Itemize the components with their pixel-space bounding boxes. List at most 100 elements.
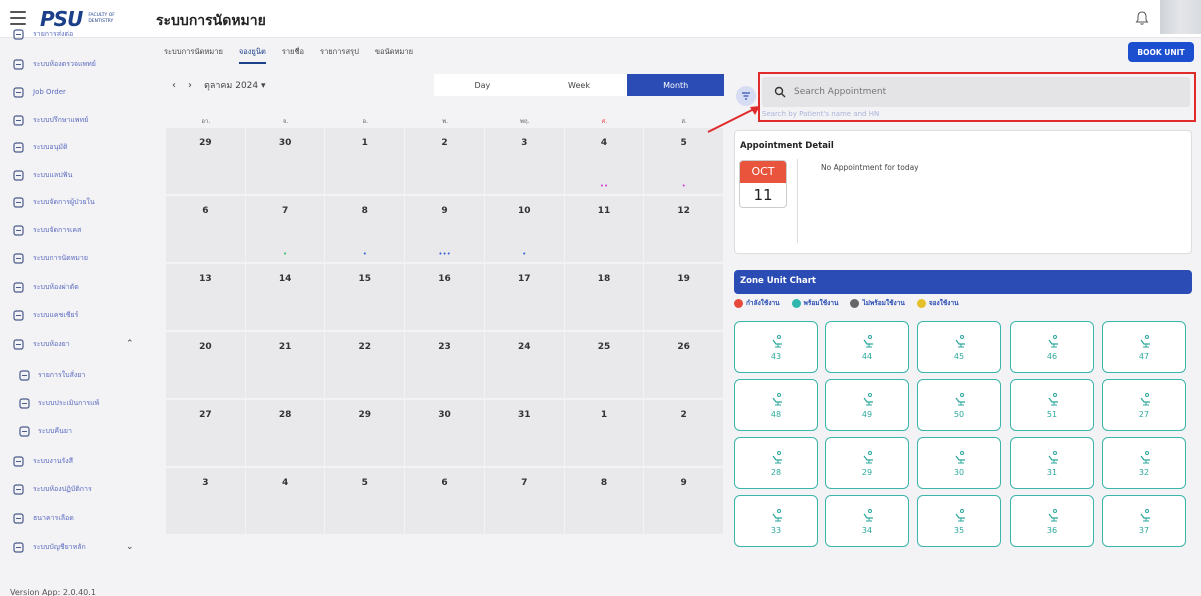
prev-month-icon[interactable]: ‹ xyxy=(172,80,176,91)
calendar-day-number: 15 xyxy=(358,274,372,284)
calendar-day-cell[interactable]: 30 xyxy=(245,128,325,194)
sidebar-item[interactable]: ระบบงานรังสี xyxy=(0,448,150,474)
calendar-day-cell[interactable]: 5 xyxy=(325,468,405,534)
dental-unit-card[interactable]: 31 xyxy=(1010,437,1094,489)
dental-unit-card[interactable]: 32 xyxy=(1102,437,1186,489)
sidebar-item[interactable]: ระบบห้องผ่าตัด xyxy=(0,274,150,300)
sidebar-item[interactable]: ระบบจัดการเคส xyxy=(0,217,150,243)
calendar-day-cell[interactable]: 5 • xyxy=(644,128,724,194)
sidebar-item[interactable]: ระบบห้องตรวจแพทย์ xyxy=(0,51,150,77)
dental-unit-card[interactable]: 30 xyxy=(917,437,1001,489)
dental-unit-card[interactable]: 28 xyxy=(734,437,818,489)
calendar-day-cell[interactable]: 10 • xyxy=(484,196,564,262)
view-day-button[interactable]: Day xyxy=(434,74,531,96)
calendar-day-cell[interactable]: 7 xyxy=(484,468,564,534)
dental-unit-card[interactable]: 37 xyxy=(1102,495,1186,547)
sidebar-item[interactable]: ระบบปรึกษาแพทย์ xyxy=(0,107,150,133)
sidebar-item[interactable]: ระบบจัดการผู้ป่วยใน xyxy=(0,189,150,215)
calendar-day-cell[interactable]: 3 xyxy=(484,128,564,194)
calendar-day-cell[interactable]: 13 xyxy=(166,264,245,330)
book-unit-button[interactable]: BOOK UNIT xyxy=(1128,42,1194,62)
dental-unit-card[interactable]: 45 xyxy=(917,321,1001,373)
calendar-day-cell[interactable]: 11 xyxy=(564,196,644,262)
tab-item[interactable]: รายชื่อ xyxy=(282,40,304,64)
calendar-day-cell[interactable]: 3 xyxy=(166,468,245,534)
calendar-day-cell[interactable]: 18 xyxy=(564,264,644,330)
calendar-day-cell[interactable]: 22 xyxy=(325,332,405,398)
calendar-day-cell[interactable]: 9 ••• xyxy=(405,196,484,262)
user-avatar[interactable] xyxy=(1160,0,1201,34)
calendar-day-cell[interactable]: 31 xyxy=(484,400,564,466)
sidebar-item[interactable]: ระบบประเมินการแพ้ xyxy=(0,390,150,416)
sidebar-item[interactable]: ระบบห้องยา ⌃ xyxy=(0,331,150,357)
calendar-day-cell[interactable]: 6 xyxy=(166,196,245,262)
tab-item[interactable]: ขอนัดหมาย xyxy=(375,40,413,64)
calendar-day-cell[interactable]: 17 xyxy=(484,264,564,330)
tab-item[interactable]: ระบบการนัดหมาย xyxy=(164,40,223,64)
calendar-day-cell[interactable]: 1 xyxy=(325,128,405,194)
dental-unit-card[interactable]: 43 xyxy=(734,321,818,373)
calendar-day-cell[interactable]: 4 •• xyxy=(564,128,644,194)
dental-unit-card[interactable]: 44 xyxy=(825,321,909,373)
calendar-day-cell[interactable]: 7 • xyxy=(245,196,325,262)
dental-unit-card[interactable]: 48 xyxy=(734,379,818,431)
sidebar-item[interactable]: ระบบบัญชียาหลัก ⌄ xyxy=(0,534,150,560)
sidebar-item[interactable]: ระบบห้องปฏิบัติการ xyxy=(0,476,150,502)
dental-unit-card[interactable]: 50 xyxy=(917,379,1001,431)
sidebar-item[interactable]: Job Order xyxy=(0,79,150,105)
sidebar-item[interactable]: ระบบอนุมัติ xyxy=(0,134,150,160)
dental-unit-card[interactable]: 51 xyxy=(1010,379,1094,431)
calendar-day-cell[interactable]: 28 xyxy=(245,400,325,466)
calendar-day-cell[interactable]: 21 xyxy=(245,332,325,398)
dental-unit-card[interactable]: 46 xyxy=(1010,321,1094,373)
sidebar-item[interactable]: ระบบการนัดหมาย xyxy=(0,245,150,271)
calendar-day-cell[interactable]: 25 xyxy=(564,332,644,398)
calendar-day-cell[interactable]: 29 xyxy=(325,400,405,466)
calendar-day-cell[interactable]: 15 xyxy=(325,264,405,330)
calendar-day-cell[interactable]: 20 xyxy=(166,332,245,398)
chevron-down-icon[interactable]: ⌄ xyxy=(126,542,134,552)
month-selector[interactable]: ตุลาคม 2024 ▾ xyxy=(204,78,266,92)
calendar-day-cell[interactable]: 9 xyxy=(644,468,724,534)
dental-unit-card[interactable]: 33 xyxy=(734,495,818,547)
tab-item[interactable]: รายการสรุป xyxy=(320,40,359,64)
calendar-day-cell[interactable]: 29 xyxy=(166,128,245,194)
sidebar-item[interactable]: รายการส่งต่อ xyxy=(0,21,150,47)
dental-unit-card[interactable]: 34 xyxy=(825,495,909,547)
calendar-day-cell[interactable]: 14 xyxy=(245,264,325,330)
sidebar-item[interactable]: ระบบแลปฟัน xyxy=(0,162,150,188)
calendar-day-cell[interactable]: 16 xyxy=(405,264,484,330)
view-month-button[interactable]: Month xyxy=(627,74,725,96)
calendar-day-cell[interactable]: 12 xyxy=(644,196,724,262)
dental-unit-card[interactable]: 29 xyxy=(825,437,909,489)
sidebar-item[interactable]: ระบบคืนยา xyxy=(0,418,150,444)
calendar-day-cell[interactable]: 1 xyxy=(564,400,644,466)
dental-unit-card[interactable]: 47 xyxy=(1102,321,1186,373)
blood-bank-icon xyxy=(12,512,24,524)
calendar-day-cell[interactable]: 8 • xyxy=(325,196,405,262)
dental-unit-card[interactable]: 49 xyxy=(825,379,909,431)
calendar-day-cell[interactable]: 2 xyxy=(405,128,484,194)
chevron-up-icon[interactable]: ⌃ xyxy=(126,339,134,349)
sidebar-item[interactable]: ธนาคารเลือด xyxy=(0,505,150,531)
next-month-icon[interactable]: › xyxy=(188,80,192,91)
notification-bell-icon[interactable] xyxy=(1134,10,1150,26)
dental-unit-card[interactable]: 27 xyxy=(1102,379,1186,431)
filter-button[interactable] xyxy=(736,86,756,106)
dental-unit-card[interactable]: 36 xyxy=(1010,495,1094,547)
view-week-button[interactable]: Week xyxy=(530,74,628,96)
calendar-day-cell[interactable]: 19 xyxy=(644,264,724,330)
calendar-day-cell[interactable]: 4 xyxy=(245,468,325,534)
calendar-day-cell[interactable]: 26 xyxy=(644,332,724,398)
calendar-day-cell[interactable]: 27 xyxy=(166,400,245,466)
sidebar-item[interactable]: ระบบแคชเชียร์ xyxy=(0,302,150,328)
calendar-day-cell[interactable]: 23 xyxy=(405,332,484,398)
calendar-day-cell[interactable]: 6 xyxy=(405,468,484,534)
tab-item[interactable]: จองยูนิต xyxy=(238,40,266,64)
sidebar-item[interactable]: รายการใบสั่งยา xyxy=(0,362,150,388)
calendar-day-cell[interactable]: 24 xyxy=(484,332,564,398)
calendar-day-cell[interactable]: 2 xyxy=(644,400,724,466)
calendar-day-cell[interactable]: 8 xyxy=(564,468,644,534)
dental-unit-card[interactable]: 35 xyxy=(917,495,1001,547)
calendar-day-cell[interactable]: 30 xyxy=(405,400,484,466)
